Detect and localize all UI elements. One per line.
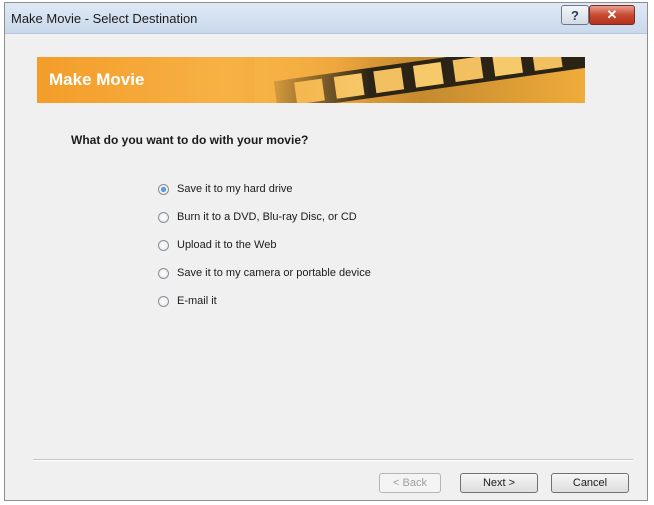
option-burn-disc[interactable]: Burn it to a DVD, Blu-ray Disc, or CD (158, 203, 371, 231)
option-camera-device[interactable]: Save it to my camera or portable device (158, 259, 371, 287)
cancel-button[interactable]: Cancel (551, 473, 629, 493)
banner-title: Make Movie (49, 70, 145, 89)
radio-email[interactable] (158, 295, 169, 307)
close-button[interactable]: ✕ (589, 5, 635, 25)
back-button[interactable]: < Back (379, 473, 441, 493)
title-bar[interactable]: Make Movie - Select Destination ? ✕ (5, 3, 647, 34)
window-title: Make Movie - Select Destination (11, 11, 198, 26)
destination-question: What do you want to do with your movie? (71, 133, 309, 147)
next-button[interactable]: Next > (460, 473, 538, 493)
option-hard-drive[interactable]: Save it to my hard drive (158, 175, 371, 203)
destination-options: Save it to my hard drive Burn it to a DV… (158, 175, 371, 315)
option-label: Save it to my camera or portable device (177, 267, 371, 279)
help-button[interactable]: ? (561, 5, 589, 25)
radio-hard-drive[interactable] (158, 183, 169, 195)
option-label: Save it to my hard drive (177, 183, 293, 195)
option-label: E-mail it (177, 295, 217, 307)
close-icon: ✕ (606, 7, 618, 22)
radio-upload-web[interactable] (158, 239, 169, 251)
dialog-window: Make Movie - Select Destination ? ✕ Make… (4, 2, 648, 501)
film-strip-graphic (255, 57, 585, 103)
option-label: Burn it to a DVD, Blu-ray Disc, or CD (177, 211, 357, 223)
option-label: Upload it to the Web (177, 239, 277, 251)
header-banner: Make Movie (37, 57, 585, 103)
footer-divider (33, 459, 633, 461)
radio-burn-disc[interactable] (158, 211, 169, 223)
radio-camera-device[interactable] (158, 267, 169, 279)
option-upload-web[interactable]: Upload it to the Web (158, 231, 371, 259)
help-icon: ? (571, 7, 579, 23)
option-email[interactable]: E-mail it (158, 287, 371, 315)
